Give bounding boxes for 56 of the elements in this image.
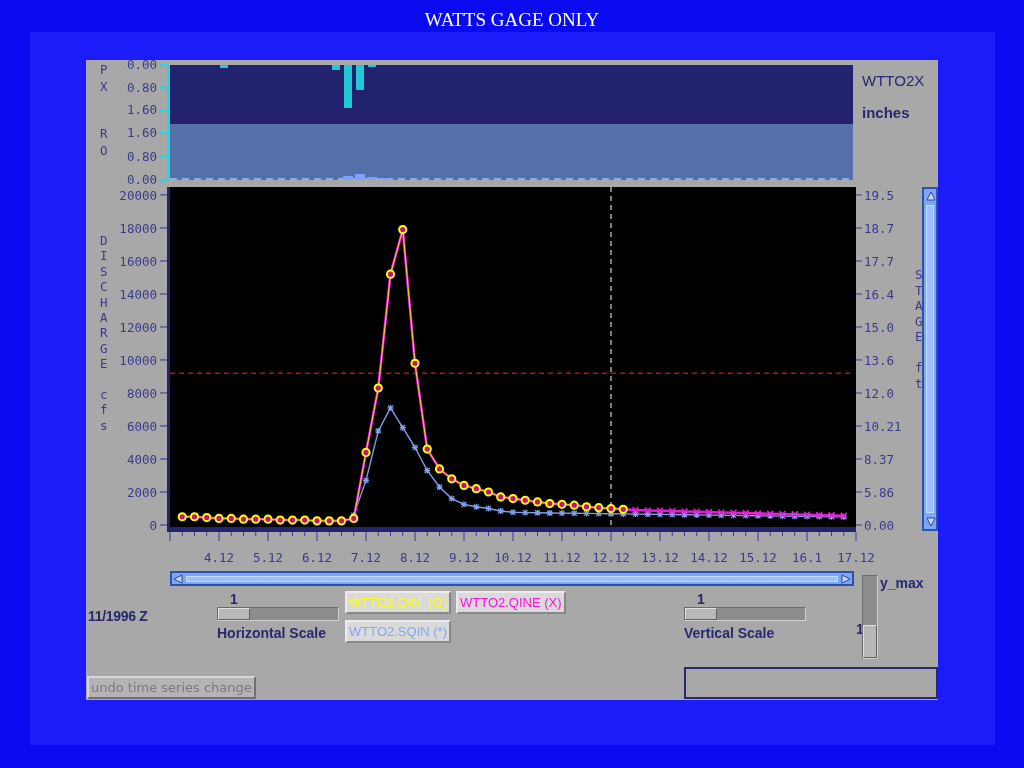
slide-title: WATTS GAGE ONLY <box>423 8 601 32</box>
tick-label: 14.12 <box>690 550 728 565</box>
tick-label: 16000 <box>119 253 157 269</box>
tick-label: 17.12 <box>837 550 875 565</box>
tick-label: 8.12 <box>399 550 431 565</box>
tick-label: 14000 <box>119 286 157 302</box>
tick-label: 8.37 <box>864 452 895 467</box>
slider-value: 1 <box>856 621 864 637</box>
tick-label: 11.12 <box>543 550 581 565</box>
slider-label: y_max <box>880 575 924 593</box>
tick-label: 6000 <box>126 419 157 434</box>
axis-title: DISCHARGE cfs <box>100 233 108 433</box>
tick-label: 1.60 <box>126 125 157 140</box>
slider-label: Horizontal Scale <box>217 625 327 641</box>
date-label: 11/1996 Z <box>88 608 149 626</box>
tick-label: 13.6 <box>864 352 895 368</box>
tick-label: 0.80 <box>126 148 157 164</box>
tick-label: 12000 <box>119 319 157 335</box>
tick-label: 7.12 <box>350 550 382 565</box>
tick-label: 4.12 <box>203 550 235 565</box>
tick-label: 5.12 <box>252 550 284 565</box>
tick-label: 10.21 <box>864 419 902 434</box>
tick-label: 20000 <box>119 187 157 203</box>
tick-label: 0.00 <box>126 60 157 72</box>
tick-label: 5.86 <box>864 485 895 500</box>
gage-id: WTTO2X <box>862 72 925 89</box>
tick-label: 12.12 <box>592 550 630 565</box>
tick-label: 12.0 <box>864 385 895 401</box>
tick-label: 6.12 <box>301 550 333 565</box>
slider-label: Vertical Scale <box>684 625 776 641</box>
tick-label: 2000 <box>126 485 157 500</box>
tick-label: 17.7 <box>864 253 895 269</box>
tick-label: 16.1 <box>791 550 823 565</box>
tick-label: 18000 <box>119 220 157 236</box>
tick-label: 9.12 <box>448 550 480 565</box>
tick-label: 0 <box>149 518 157 533</box>
axis-title: RO <box>100 126 108 158</box>
tick-label: 13.12 <box>641 550 679 565</box>
tick-label: 10000 <box>119 352 157 368</box>
tick-label: 10.12 <box>494 550 532 565</box>
slider-value: 1 <box>696 591 706 607</box>
tick-label: 4000 <box>126 452 157 467</box>
tick-label: 16.4 <box>864 286 895 302</box>
axis-title: STAGE ft <box>915 267 922 391</box>
slider-value: 1 <box>229 591 239 607</box>
tick-label: 18.7 <box>864 220 895 236</box>
tick-label: 8000 <box>126 385 157 401</box>
axis-title: PX <box>100 62 108 94</box>
tick-label: 15.12 <box>739 550 777 565</box>
tick-label: 1.60 <box>126 102 157 117</box>
tick-label: 0.00 <box>126 172 157 185</box>
tick-label: 0.80 <box>126 79 157 95</box>
tick-label: 0.00 <box>864 518 895 533</box>
units-label: inches <box>862 104 911 121</box>
tick-label: 15.0 <box>864 319 895 335</box>
tick-label: 19.5 <box>864 187 895 203</box>
